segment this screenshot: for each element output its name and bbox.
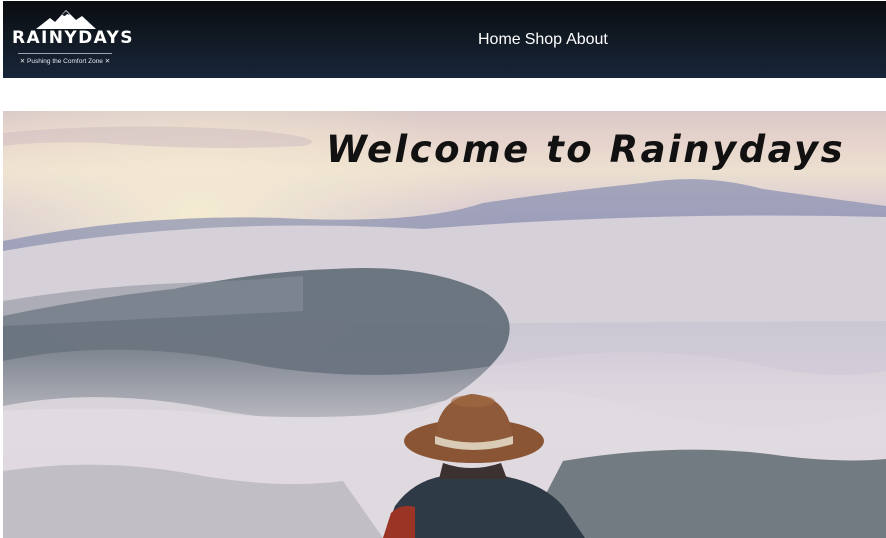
nav-link-about[interactable]: About [566,31,608,49]
mountain-icon [36,10,96,29]
hero-photo [3,111,886,538]
rainydays-logo[interactable]: RAINYDAYS ✕ Pushing the Comfort Zone ✕ [12,9,134,71]
logo-tagline: ✕ Pushing the Comfort Zone ✕ [19,58,111,65]
hero-title: Welcome to Rainydays [326,128,846,171]
site-header: RAINYDAYS ✕ Pushing the Comfort Zone ✕ H… [3,1,886,78]
hero-banner: Welcome to Rainydays [3,111,886,538]
nav-link-shop[interactable]: Shop [525,31,562,49]
nav-link-home[interactable]: Home [478,31,521,49]
logo-divider [18,53,112,54]
logo-wordmark: RAINYDAYS [12,28,134,48]
main-nav: Home Shop About [478,31,608,49]
